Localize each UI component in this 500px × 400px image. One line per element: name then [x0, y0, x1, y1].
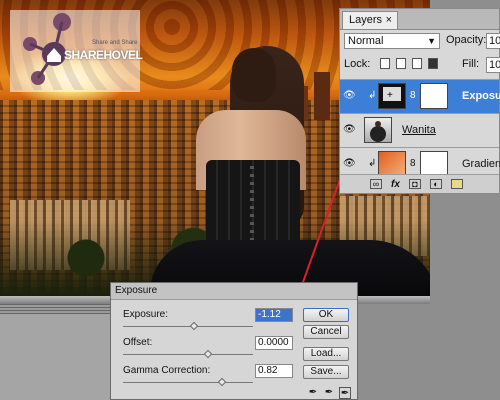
blend-mode-select[interactable]: Normal ▼ [344, 33, 440, 49]
lock-move-icon[interactable] [412, 58, 422, 69]
ok-button[interactable]: OK [303, 308, 349, 322]
chain-link-icon[interactable]: 8 [410, 90, 416, 101]
link-icon[interactable]: ∞ [370, 179, 382, 189]
watermark-tagline: Share and Share [92, 40, 138, 46]
clip-arrow-icon: ↲ [368, 158, 377, 169]
layers-panel: Layers × Normal ▼ Opacity: 100 Lock: Fil… [339, 8, 500, 194]
eye-icon[interactable]: 👁 [343, 158, 357, 170]
lock-transparency-icon[interactable] [380, 58, 390, 69]
svg-text:+: + [387, 90, 393, 101]
slider-knob[interactable] [217, 377, 227, 387]
layer-name[interactable]: Exposure [462, 90, 500, 102]
slider-knob[interactable] [189, 321, 199, 331]
adjustment-thumbnail: + [378, 83, 406, 109]
skyline-tower [314, 72, 330, 120]
clip-arrow-icon: ↲ [368, 90, 377, 101]
exposure-input[interactable]: -1.12 [255, 308, 293, 322]
close-icon[interactable]: × [386, 12, 392, 28]
opacity-label: Opacity: [446, 34, 487, 46]
fill-input[interactable]: 100 [486, 57, 500, 73]
watermark-logo: Share and Share SHAREHOVEL [10, 10, 143, 92]
chain-link-icon[interactable]: 8 [410, 158, 416, 169]
slider-knob[interactable] [203, 349, 213, 359]
lock-all-icon[interactable] [428, 58, 438, 69]
mask-icon[interactable]: ◘ [408, 179, 421, 189]
save-button[interactable]: Save... [303, 365, 349, 379]
lock-label: Lock: [344, 58, 371, 70]
eyedropper-gray-icon[interactable]: ✒ [323, 387, 335, 399]
adjustment-icon[interactable]: ◐ [429, 179, 442, 189]
exposure-label: Exposure: [123, 309, 169, 320]
layer-mask-thumbnail[interactable] [420, 83, 448, 109]
layer-name[interactable]: Wanita [402, 124, 436, 136]
gamma-label: Gamma Correction: [123, 365, 211, 376]
canvas-edge [0, 304, 110, 314]
gamma-input[interactable]: 0.82 [255, 364, 293, 378]
woman-head [232, 48, 276, 102]
exposure-dialog: Exposure Exposure: -1.12 Offset: 0.0000 … [110, 282, 358, 400]
layers-tabbar: Layers × [340, 9, 499, 30]
layer-thumbnail [364, 117, 392, 143]
offset-label: Offset: [123, 337, 153, 348]
exposure-slider[interactable] [123, 321, 253, 331]
gamma-slider[interactable] [123, 377, 253, 387]
fill-label: Fill: [462, 58, 480, 70]
eye-icon[interactable]: 👁 [343, 124, 357, 136]
workspace-background [0, 314, 110, 400]
eyedropper-black-icon[interactable]: ✒ [307, 387, 319, 399]
lock-brush-icon[interactable] [396, 58, 406, 69]
folder-icon[interactable] [450, 179, 463, 189]
eye-icon[interactable]: 👁 [343, 90, 357, 102]
tab-layers[interactable]: Layers × [342, 11, 398, 29]
offset-slider[interactable] [123, 349, 253, 359]
layers-footer: ∞ fx ◘ ◐ [340, 174, 499, 193]
fx-icon[interactable]: fx [391, 179, 400, 190]
tab-layers-label: Layers [349, 14, 383, 26]
load-button[interactable]: Load... [303, 347, 349, 361]
offset-input[interactable]: 0.0000 [255, 336, 293, 350]
opacity-input[interactable]: 100 [486, 33, 500, 49]
chevron-down-icon: ▼ [427, 36, 436, 46]
cancel-button[interactable]: Cancel [303, 325, 349, 339]
layer-name[interactable]: Gradient [462, 158, 500, 170]
layer-row-wanita[interactable]: 👁 Wanita [340, 113, 499, 147]
layer-row-exposure[interactable]: 👁 ↲ + 8 Exposure [340, 79, 500, 113]
watermark-brand: SHAREHOVEL [64, 48, 143, 62]
blend-mode-value: Normal [348, 35, 384, 47]
dialog-title: Exposure [111, 283, 357, 300]
eyedropper-white-icon[interactable]: ✒ [339, 387, 351, 399]
